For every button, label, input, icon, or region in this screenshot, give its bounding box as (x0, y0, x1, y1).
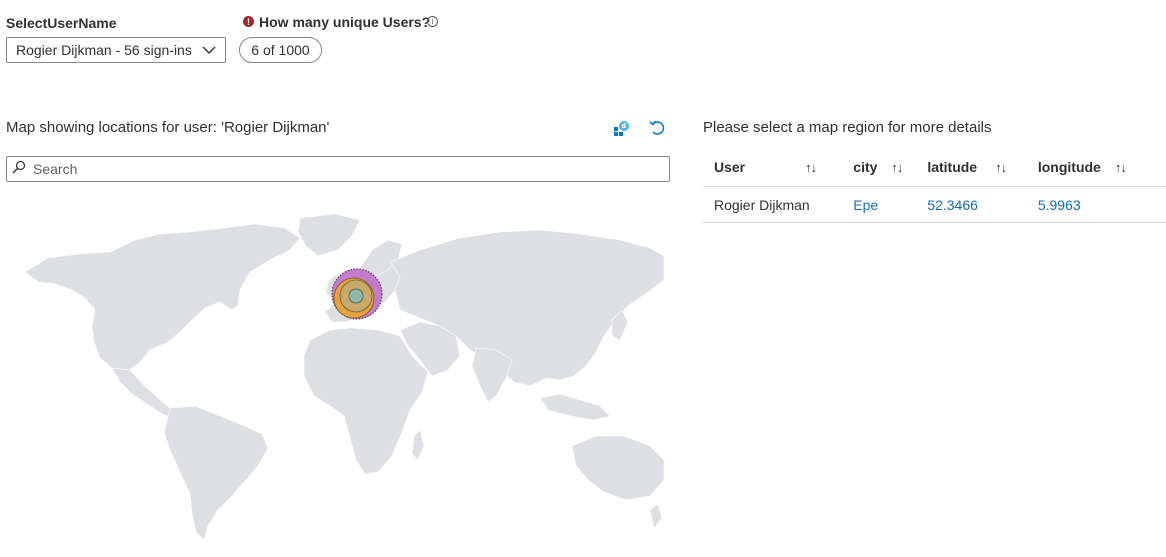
map-title: Map showing locations for user: 'Rogier … (6, 119, 330, 136)
select-user-value: Rogier Dijkman - 56 sign-ins (16, 42, 192, 58)
search-icon (12, 160, 26, 174)
column-header-user[interactable]: User ↑↓ (703, 148, 843, 187)
refresh-icon[interactable] (648, 118, 668, 138)
table-row[interactable]: Rogier Dijkman Epe 52.3466 5.9963 (703, 186, 1166, 223)
details-title: Please select a map region for more deta… (703, 119, 992, 136)
error-icon: ! (243, 16, 254, 27)
cell-longitude[interactable]: 5.9963 (1026, 186, 1166, 223)
info-icon[interactable]: i (427, 16, 438, 27)
unique-users-pill[interactable]: 6 of 1000 (239, 37, 322, 63)
select-user-label: SelectUserName (6, 15, 117, 31)
location-bubble-cluster (331, 268, 383, 320)
world-map[interactable] (0, 210, 670, 555)
map-search-input[interactable]: Search (6, 156, 670, 182)
sort-icon[interactable]: ↑↓ (1101, 160, 1127, 175)
sort-icon[interactable]: ↑↓ (977, 160, 1007, 175)
unique-users-label: How many unique Users? (259, 14, 431, 30)
sort-icon[interactable]: ↑↓ (877, 160, 903, 175)
details-table: User ↑↓ city ↑↓ latitude ↑↓ longitude ↑↓ Rog… (703, 148, 1166, 223)
cell-city[interactable]: Epe (842, 186, 917, 223)
select-user-dropdown[interactable]: Rogier Dijkman - 56 sign-ins (6, 37, 226, 63)
column-header-city[interactable]: city ↑↓ (842, 148, 917, 187)
chevron-down-icon (202, 46, 216, 54)
column-header-longitude[interactable]: longitude ↑↓ (1026, 148, 1166, 187)
sort-icon[interactable]: ↑↓ (745, 160, 817, 175)
column-header-latitude[interactable]: latitude ↑↓ (916, 148, 1027, 187)
cell-latitude[interactable]: 52.3466 (916, 186, 1027, 223)
table-header-row: User ↑↓ city ↑↓ latitude ↑↓ longitude ↑↓ (703, 148, 1166, 187)
cell-user: Rogier Dijkman (703, 186, 843, 223)
map-icon[interactable] (612, 118, 632, 138)
